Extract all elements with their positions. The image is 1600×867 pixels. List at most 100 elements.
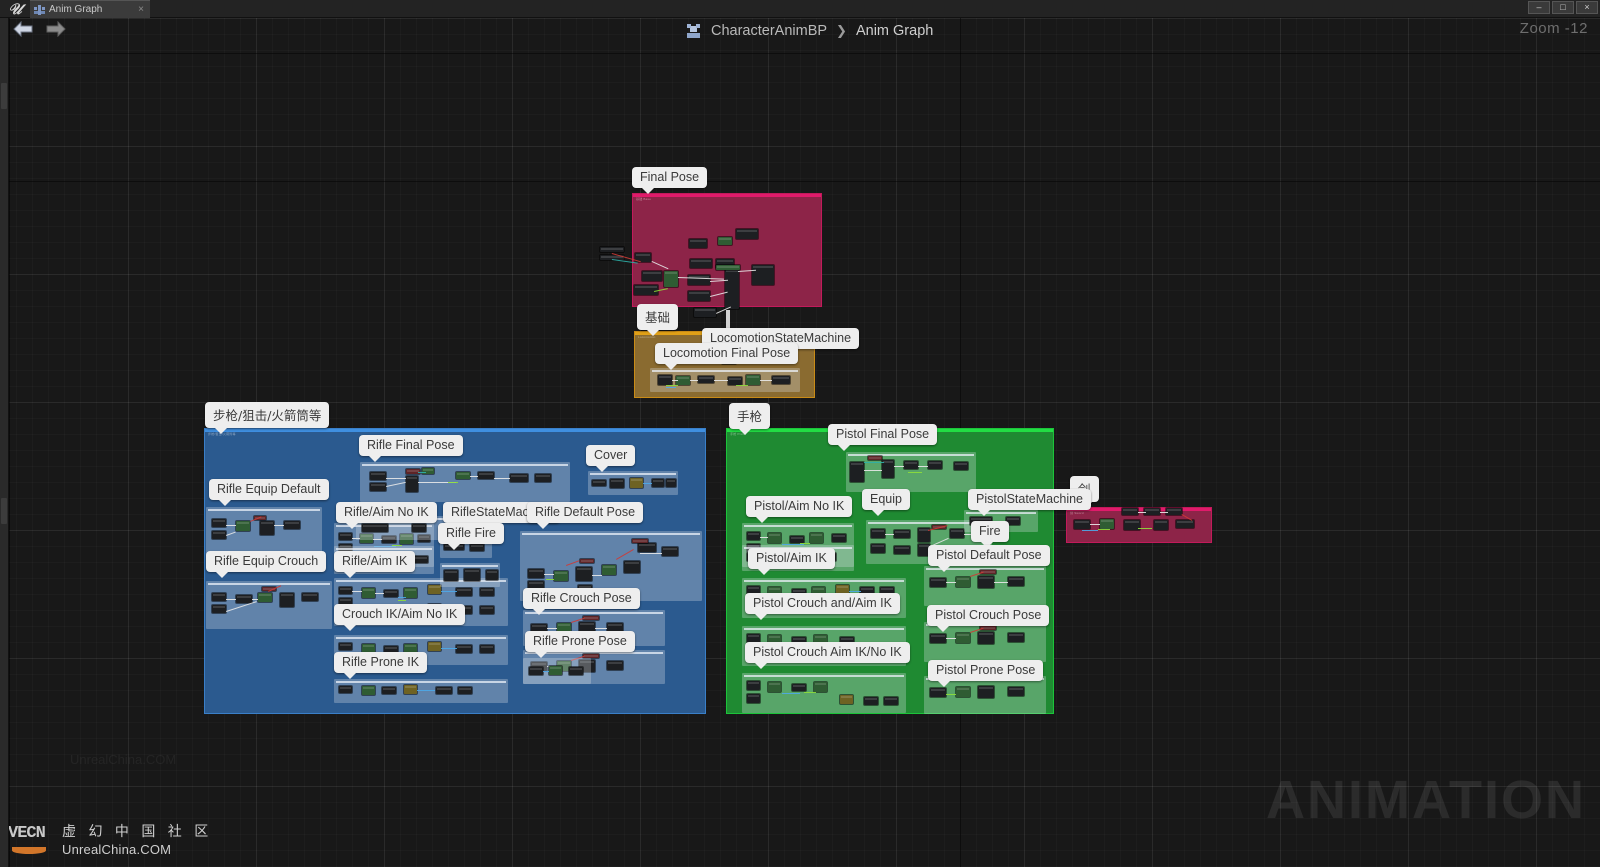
close-icon[interactable]: × xyxy=(138,4,146,15)
callout-label: Rifle Default Pose xyxy=(535,505,636,519)
callout-label: Equip xyxy=(870,492,902,506)
callout-label: Rifle Equip Crouch xyxy=(214,554,319,568)
callout-rifle-equip-default[interactable]: Rifle Equip Default xyxy=(209,479,329,506)
maximize-button[interactable]: □ xyxy=(1552,1,1574,14)
brand-name-en: UnrealChina.COM xyxy=(62,842,172,857)
panel-tab-notch[interactable] xyxy=(1,498,7,524)
grid-divider xyxy=(0,53,1600,54)
zoom-level-indicator: Zoom -12 xyxy=(1519,20,1588,37)
unreal-editor-window: 𝒰 Anim Graph × – □ × 基础 Base Locomotion xyxy=(0,0,1600,867)
node-cluster-rifle-equip-default[interactable] xyxy=(206,507,322,555)
callout-label: Rifle Equip Default xyxy=(217,482,321,496)
callout-rifle-equip-crouch[interactable]: Rifle Equip Crouch xyxy=(206,551,327,578)
comment-title-bar xyxy=(205,429,705,432)
vecn-logo-text: VECN xyxy=(8,824,46,843)
node-cluster-base[interactable] xyxy=(590,229,830,317)
panel-tab-notch[interactable] xyxy=(1,83,7,109)
callout-pistol-crouch-aim-ik[interactable]: Pistol Crouch and/Aim IK xyxy=(745,593,900,620)
callout-pistol-group[interactable]: 手枪 xyxy=(729,403,771,435)
callout-pistol-crouch-aim-no-ik[interactable]: Pistol Crouch Aim IK/No IK xyxy=(745,642,910,669)
callout-label: 步枪/狙击/火箭筒等 xyxy=(213,408,322,423)
callout-cover[interactable]: Cover xyxy=(586,445,636,472)
node-cluster-pistol-prone[interactable] xyxy=(742,673,906,713)
node-cluster-rifle-prone-extra[interactable] xyxy=(334,679,508,703)
node-cluster xyxy=(630,206,822,210)
callout-label: Pistol Default Pose xyxy=(936,548,1042,562)
callout-rifle-prone-pose[interactable]: Rifle Prone Pose xyxy=(525,631,635,658)
callout-pistol-final-pose[interactable]: Pistol Final Pose xyxy=(828,424,938,451)
callout-label: Rifle Final Pose xyxy=(367,438,455,452)
chevron-right-icon: ❯ xyxy=(836,23,847,38)
callout-final-pose[interactable]: Final Pose xyxy=(632,167,708,194)
callout-pistol-crouch-pose[interactable]: Pistol Crouch Pose xyxy=(927,605,1050,632)
callout-pistol-aim-no-ik[interactable]: Pistol/Aim No IK xyxy=(746,496,853,523)
callout-locomotion-final-pose[interactable]: Locomotion Final Pose xyxy=(655,343,799,370)
callout-label: Rifle Prone Pose xyxy=(533,634,627,648)
callout-rifle-crouch-pose[interactable]: Rifle Crouch Pose xyxy=(523,588,640,615)
node-cluster-pistol-final-pose[interactable] xyxy=(846,452,976,492)
left-panel-strip[interactable] xyxy=(0,18,9,867)
callout-base[interactable]: 基础 xyxy=(637,304,679,336)
callout-label: Rifle/Aim No IK xyxy=(344,505,429,519)
callout-rifle-fire[interactable]: Rifle Fire xyxy=(438,523,505,550)
callout-label: Rifle Crouch Pose xyxy=(531,591,632,605)
callout-label: Rifle Fire xyxy=(446,526,497,540)
vecn-logo-bar xyxy=(12,847,46,854)
callout-rifle-final-pose[interactable]: Rifle Final Pose xyxy=(359,435,463,462)
callout-pistol-aim-ik[interactable]: Pistol/Aim IK xyxy=(748,548,835,575)
callout-crouch-ik-aim-no-ik[interactable]: Crouch IK/Aim No IK xyxy=(334,604,466,631)
node-cluster-rifle-fire-2[interactable] xyxy=(440,563,500,587)
callout-rifle-default-pose[interactable]: Rifle Default Pose xyxy=(527,502,644,529)
callout-label: Fire xyxy=(979,524,1001,538)
callout-rifle-aim-ik[interactable]: Rifle/Aim IK xyxy=(334,551,416,578)
callout-label: Pistol/Aim No IK xyxy=(754,499,845,513)
anim-graph-tab-icon xyxy=(34,4,45,15)
tab-anim-graph[interactable]: Anim Graph × xyxy=(30,0,150,18)
callout-label: PistolStateMachine xyxy=(976,492,1084,506)
brand-name-cn: 虚 幻 中 国 社 区 xyxy=(62,824,213,840)
callout-label: Rifle/Aim IK xyxy=(342,554,408,568)
callout-label: 手枪 xyxy=(737,409,763,424)
callout-pistol-state-machine[interactable]: PistolStateMachine xyxy=(968,489,1092,516)
node-cluster-rifle-prone-small[interactable] xyxy=(523,658,591,684)
callout-pistol-default-pose[interactable]: Pistol Default Pose xyxy=(928,545,1050,572)
callout-pistol-prone-pose[interactable]: Pistol Prone Pose xyxy=(928,660,1044,687)
node-cluster-pistol-default-pose[interactable] xyxy=(924,566,1046,606)
node-cluster-rifle-final-pose[interactable] xyxy=(360,462,570,502)
back-arrow-icon[interactable] xyxy=(13,21,33,37)
callout-equip[interactable]: Equip xyxy=(862,489,910,516)
callout-label: 基础 xyxy=(645,310,671,325)
breadcrumb-leaf[interactable]: Anim Graph xyxy=(856,23,933,39)
breadcrumb-root[interactable]: CharacterAnimBP xyxy=(711,23,827,39)
node-cluster-cover[interactable] xyxy=(588,471,678,495)
tab-label: Anim Graph xyxy=(49,4,103,15)
comment-title-bar xyxy=(633,194,821,197)
watermark-animation: ANIMATION xyxy=(1266,770,1586,830)
node-cluster-locomotion[interactable] xyxy=(650,368,800,392)
callout-rifle-prone-ik[interactable]: Rifle Prone IK xyxy=(334,652,428,679)
grid-divider xyxy=(9,18,10,867)
close-button[interactable]: × xyxy=(1576,1,1598,14)
callout-label: Cover xyxy=(594,448,628,462)
vecn-logo-icon: VECN xyxy=(8,823,50,855)
node-cluster-rifle-equip-crouch[interactable] xyxy=(206,581,332,629)
blueprint-robot-icon xyxy=(686,23,702,39)
callout-rifle-group[interactable]: 步枪/狙击/火箭筒等 xyxy=(205,402,330,434)
callout-label: Locomotion Final Pose xyxy=(663,346,791,360)
node-cluster-sword[interactable] xyxy=(1072,506,1212,540)
forward-arrow-icon[interactable] xyxy=(46,21,66,37)
unreal-engine-logo-icon: 𝒰 xyxy=(8,0,22,18)
watermark-brand: VECN 虚 幻 中 国 社 区 UnrealChina.COM xyxy=(8,821,212,857)
callout-label: Pistol Crouch Pose xyxy=(935,608,1042,622)
callout-label: Pistol/Aim IK xyxy=(756,551,827,565)
wire xyxy=(726,310,730,330)
anim-graph-canvas[interactable]: 基础 Base Locomotion 步枪/狙击/火箭筒等 手枪 Pistol … xyxy=(0,18,1600,867)
minimize-button[interactable]: – xyxy=(1528,1,1550,14)
watermark-unrealchina-faint: UnrealChina.COM xyxy=(70,752,177,767)
breadcrumb: CharacterAnimBP ❯ Anim Graph xyxy=(686,19,933,43)
callout-fire[interactable]: Fire xyxy=(971,521,1009,548)
grid-divider xyxy=(0,181,1600,182)
callout-label: Pistol Crouch Aim IK/No IK xyxy=(753,645,902,659)
callout-rifle-aim-no-ik[interactable]: Rifle/Aim No IK xyxy=(336,502,437,529)
window-controls: – □ × xyxy=(1528,1,1598,14)
